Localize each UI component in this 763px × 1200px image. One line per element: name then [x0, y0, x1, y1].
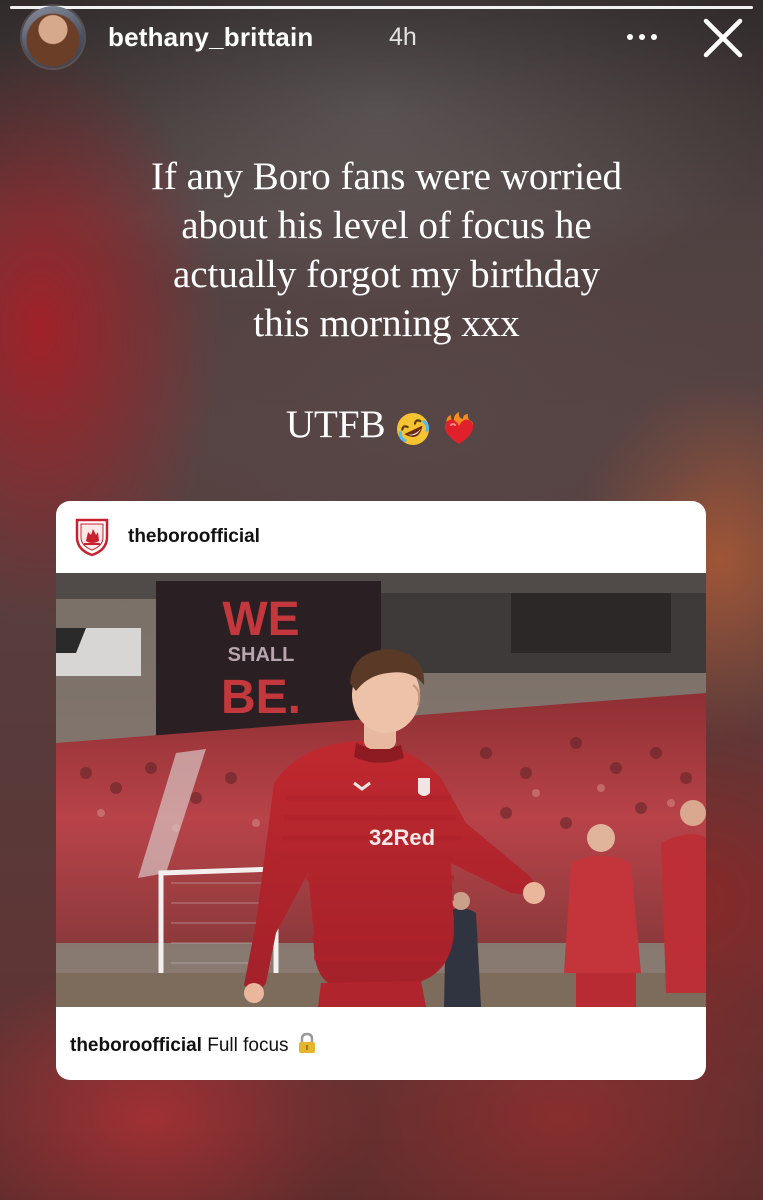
caption-line: If any Boro fans were worried	[150, 155, 623, 198]
story-caption: If any Boro fans were worried about his …	[60, 152, 713, 348]
board-text-be: BE.	[221, 671, 301, 724]
caption-line: actually forgot my birthday	[172, 253, 601, 296]
locked-emoji	[297, 1032, 317, 1060]
caption-line: about his level of focus he	[181, 204, 592, 247]
board-text-shall: SHALL	[228, 644, 295, 666]
shared-post-caption-account[interactable]: theboroofficial	[70, 1035, 202, 1056]
avatar[interactable]	[22, 6, 84, 68]
caption-line: this morning xxx	[253, 302, 520, 345]
heart-on-fire-emoji	[441, 410, 477, 446]
username[interactable]: bethany_brittain	[108, 22, 313, 53]
shared-post-caption-text: Full focus	[207, 1035, 289, 1056]
rolling-on-floor-laughing-emoji	[395, 410, 431, 446]
close-icon[interactable]	[698, 13, 748, 63]
shared-post-account[interactable]: theboroofficial	[128, 526, 260, 548]
shared-post-card[interactable]: theboroofficial WE SHALL BE. 32Red thebo…	[56, 501, 706, 1080]
more-options-icon[interactable]	[620, 18, 664, 54]
story-tagline: UTFB	[0, 400, 763, 450]
tagline-text: UTFB	[285, 403, 386, 446]
story-header: bethany_brittain 4h	[0, 0, 763, 80]
middlesbrough-crest-icon	[74, 517, 110, 557]
shirt-sponsor: 32Red	[369, 825, 435, 850]
post-time: 4h	[389, 23, 417, 51]
shared-post-caption: theboroofficial Full focus	[70, 1032, 317, 1060]
shared-post-header: theboroofficial	[56, 501, 706, 573]
shared-post-photo[interactable]: WE SHALL BE. 32Red	[56, 573, 706, 1007]
board-text-we: WE	[222, 593, 299, 646]
